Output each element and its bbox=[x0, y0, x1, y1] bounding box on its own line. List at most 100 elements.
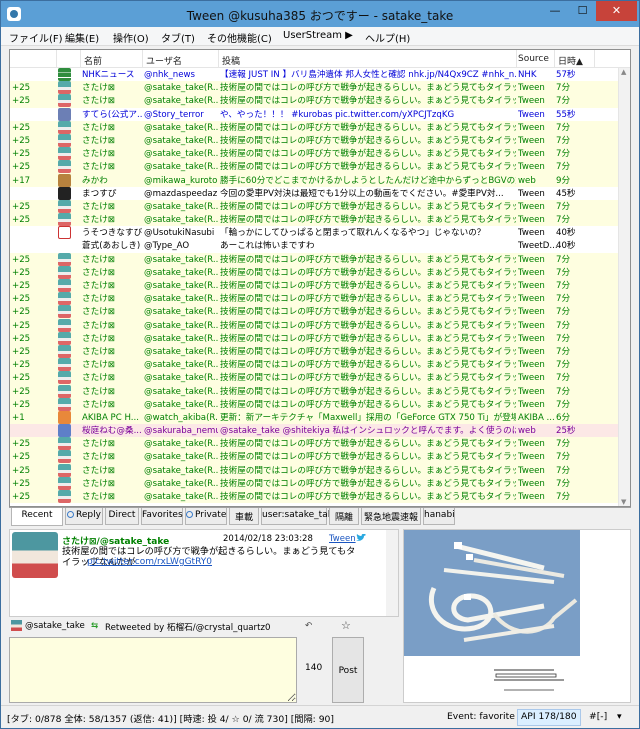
menu-userstream[interactable]: UserStream ▶ bbox=[283, 30, 353, 41]
row-avatar[interactable] bbox=[58, 107, 71, 121]
row-avatar[interactable] bbox=[58, 279, 71, 292]
list-scrollbar[interactable] bbox=[618, 68, 630, 506]
table-row[interactable]: +25 さたけ⊠ @satake_take(R... 技術屋の間ではコレの呼び方で戦争… bbox=[10, 160, 618, 174]
row-avatar[interactable] bbox=[58, 147, 71, 161]
table-row[interactable]: +25 さたけ⊠ @satake_take(R... 技術屋の間ではコレの呼び方で戦争… bbox=[10, 252, 618, 266]
row-avatar[interactable] bbox=[58, 476, 71, 490]
row-avatar[interactable] bbox=[58, 160, 71, 174]
row-avatar[interactable] bbox=[58, 331, 71, 345]
compose-input[interactable] bbox=[9, 637, 297, 703]
table-row[interactable]: まつすぴ @mazdaspeedaz1 今回の愛車PV対決は最短でも1分以上の動画を… bbox=[10, 186, 618, 200]
tab-7[interactable]: 隔離 bbox=[329, 508, 359, 525]
tab-5[interactable]: 車載 bbox=[229, 508, 259, 525]
table-row[interactable]: +25 さたけ⊠ @satake_take(R... 技術屋の間ではコレの呼び方で戦争… bbox=[10, 213, 618, 227]
table-row[interactable]: +25 さたけ⊠ @satake_take(R... 技術屋の間ではコレの呼び方で戦争… bbox=[10, 305, 618, 319]
table-row[interactable]: すてら(公式ア... @Story_terror や、やった！！！ #kurobas… bbox=[10, 107, 618, 121]
row-avatar[interactable] bbox=[58, 81, 71, 95]
row-avatar[interactable] bbox=[58, 120, 71, 134]
table-row[interactable]: +25 さたけ⊠ @satake_take(R... 技術屋の間ではコレの呼び方で戦争… bbox=[10, 94, 618, 108]
table-row[interactable]: NHKニュース @nhk_news 【速報 JUST IN 】バリ島沖遺体 邦人女性… bbox=[10, 68, 618, 82]
row-avatar[interactable] bbox=[58, 199, 71, 213]
row-avatar[interactable] bbox=[58, 410, 71, 424]
row-avatar[interactable] bbox=[58, 226, 71, 240]
table-row[interactable]: うそつきなすび @UsotukiNasubi 「輪っかにしてひっぱると閉まって取れん… bbox=[10, 226, 618, 240]
tab-0[interactable]: Recent bbox=[11, 508, 63, 526]
table-row[interactable]: +25 さたけ⊠ @satake_take(R... 技術屋の間ではコレの呼び方で戦争… bbox=[10, 199, 618, 214]
table-row[interactable]: +25 さたけ⊠ @satake_take(R... 技術屋の間ではコレの呼び方で戦争… bbox=[10, 331, 618, 345]
table-row[interactable]: +25 さたけ⊠ @satake_take(R... 技術屋の間ではコレの呼び方で戦争… bbox=[10, 120, 618, 134]
menu-help[interactable]: ヘルプ(H) bbox=[365, 30, 410, 45]
menu-operation[interactable]: 操作(O) bbox=[113, 30, 149, 45]
row-avatar[interactable] bbox=[58, 133, 71, 147]
table-row[interactable]: +25 さたけ⊠ @satake_take(R... 技術屋の間ではコレの呼び方で戦争… bbox=[10, 450, 618, 464]
row-avatar[interactable] bbox=[58, 239, 71, 252]
row-avatar[interactable] bbox=[58, 173, 71, 187]
table-row[interactable]: +25 さたけ⊠ @satake_take(R... 技術屋の間ではコレの呼び方で戦争… bbox=[10, 358, 618, 372]
table-row[interactable]: +25 さたけ⊠ @satake_take(R... 技術屋の間ではコレの呼び方で戦争… bbox=[10, 292, 618, 306]
table-row[interactable]: +1 AKIBA PC H... @watch_akiba(R... 更新：新アーキテ… bbox=[10, 410, 618, 425]
row-avatar[interactable] bbox=[58, 213, 71, 227]
tab-4[interactable]: Private bbox=[185, 508, 227, 525]
column-source[interactable]: Source bbox=[518, 54, 549, 64]
post-button[interactable]: Post bbox=[332, 637, 364, 703]
table-row[interactable]: +25 さたけ⊠ @satake_take(R... 技術屋の間ではコレの呼び方で戦争… bbox=[10, 147, 618, 161]
row-avatar[interactable] bbox=[58, 265, 71, 279]
table-row[interactable]: +25 さたけ⊠ @satake_take(R... 技術屋の間ではコレの呼び方で戦争… bbox=[10, 437, 618, 451]
column-user[interactable]: ユーザ名 bbox=[146, 54, 182, 67]
maximize-button[interactable]: ☐ bbox=[569, 1, 596, 21]
table-row[interactable]: +25 さたけ⊠ @satake_take(R... 技術屋の間ではコレの呼び方で戦争… bbox=[10, 133, 618, 148]
row-avatar[interactable] bbox=[58, 68, 71, 81]
detail-avatar[interactable] bbox=[12, 532, 58, 578]
tab-6[interactable]: user:satake_take bbox=[261, 508, 338, 525]
table-row[interactable]: 蒼式(あおしき) @Type_AO あーこれは怖いまですわ TweetD... 40秒 bbox=[10, 239, 618, 253]
table-row[interactable]: +25 さたけ⊠ @satake_take(R... 技術屋の間ではコレの呼び方で戦争… bbox=[10, 318, 618, 332]
tab-8[interactable]: 緊急地震速報 bbox=[361, 508, 421, 525]
reply-icon[interactable]: ↶ bbox=[305, 621, 312, 631]
row-avatar[interactable] bbox=[58, 305, 71, 319]
table-row[interactable]: +17 みかわ @mikawa_kuroto... 勝手に60分でどこまでかけるかしよ… bbox=[10, 173, 618, 187]
table-row[interactable]: 桜庭ねむ@桑... @sakuraba_nemu @satake_take @shi… bbox=[10, 424, 618, 438]
row-avatar[interactable] bbox=[58, 463, 71, 477]
row-avatar[interactable] bbox=[58, 437, 71, 451]
table-row[interactable]: +25 さたけ⊠ @satake_take(R... 技術屋の間ではコレの呼び方で戦争… bbox=[10, 490, 618, 504]
status-hash[interactable]: #[-] bbox=[589, 711, 607, 722]
tab-9[interactable]: hanabi bbox=[423, 508, 455, 525]
table-row[interactable]: +25 さたけ⊠ @satake_take(R... 技術屋の間ではコレの呼び方で戦争… bbox=[10, 279, 618, 293]
row-avatar[interactable] bbox=[58, 490, 71, 503]
row-avatar[interactable] bbox=[58, 344, 71, 358]
detail-scrollbar[interactable] bbox=[386, 530, 398, 616]
table-row[interactable]: +25 さたけ⊠ @satake_take(R... 技術屋の間ではコレの呼び方で戦争… bbox=[10, 463, 618, 477]
column-time[interactable]: 日時▲ bbox=[558, 54, 583, 67]
menu-file[interactable]: ファイル(F) bbox=[9, 30, 63, 45]
row-avatar[interactable] bbox=[58, 94, 71, 108]
tab-3[interactable]: Favorites bbox=[141, 508, 183, 525]
row-avatar[interactable] bbox=[58, 450, 71, 464]
menu-edit[interactable]: 編集(E) bbox=[65, 30, 99, 45]
row-avatar[interactable] bbox=[58, 424, 71, 438]
image-preview[interactable] bbox=[403, 529, 631, 703]
table-row[interactable]: +25 さたけ⊠ @satake_take(R... 技術屋の間ではコレの呼び方で戦争… bbox=[10, 344, 618, 359]
row-avatar[interactable] bbox=[58, 186, 71, 200]
tab-2[interactable]: Direct bbox=[105, 508, 139, 525]
row-avatar[interactable] bbox=[58, 397, 71, 411]
column-name[interactable]: 名前 bbox=[84, 54, 102, 67]
row-avatar[interactable] bbox=[58, 318, 71, 332]
hash-dropdown-icon[interactable]: ▾ bbox=[617, 711, 622, 722]
row-avatar[interactable] bbox=[58, 371, 71, 385]
table-row[interactable]: +25 さたけ⊠ @satake_take(R... 技術屋の間ではコレの呼び方で戦争… bbox=[10, 384, 618, 398]
row-avatar[interactable] bbox=[58, 384, 71, 398]
star-icon[interactable]: ☆ bbox=[341, 619, 351, 632]
timeline-list[interactable]: 名前 ユーザ名 投稿 Source 日時▲ NHKニュース @nhk_news 【速… bbox=[9, 49, 631, 507]
table-row[interactable]: +25 さたけ⊠ @satake_take(R... 技術屋の間ではコレの呼び方で戦争… bbox=[10, 476, 618, 490]
close-button[interactable]: ✕ bbox=[596, 1, 637, 21]
title-bar[interactable]: Tween @kusuha385 おつですー - satake_take — ☐… bbox=[1, 1, 639, 27]
detail-link[interactable]: pic.twitter.com/rxLWgGtRY0 bbox=[87, 557, 212, 567]
table-row[interactable]: +25 さたけ⊠ @satake_take(R... 技術屋の間ではコレの呼び方で戦争… bbox=[10, 265, 618, 279]
table-row[interactable]: +25 さたけ⊠ @satake_take(R... 技術屋の間ではコレの呼び方で戦争… bbox=[10, 397, 618, 411]
row-avatar[interactable] bbox=[58, 252, 71, 266]
tab-1[interactable]: Reply bbox=[65, 508, 103, 525]
rt-user[interactable]: @satake_take bbox=[25, 621, 85, 631]
table-row[interactable]: +25 さたけ⊠ @satake_take(R... 技術屋の間ではコレの呼び方で戦争… bbox=[10, 81, 618, 95]
row-avatar[interactable] bbox=[58, 292, 71, 306]
menu-tab[interactable]: タブ(T) bbox=[161, 30, 195, 45]
